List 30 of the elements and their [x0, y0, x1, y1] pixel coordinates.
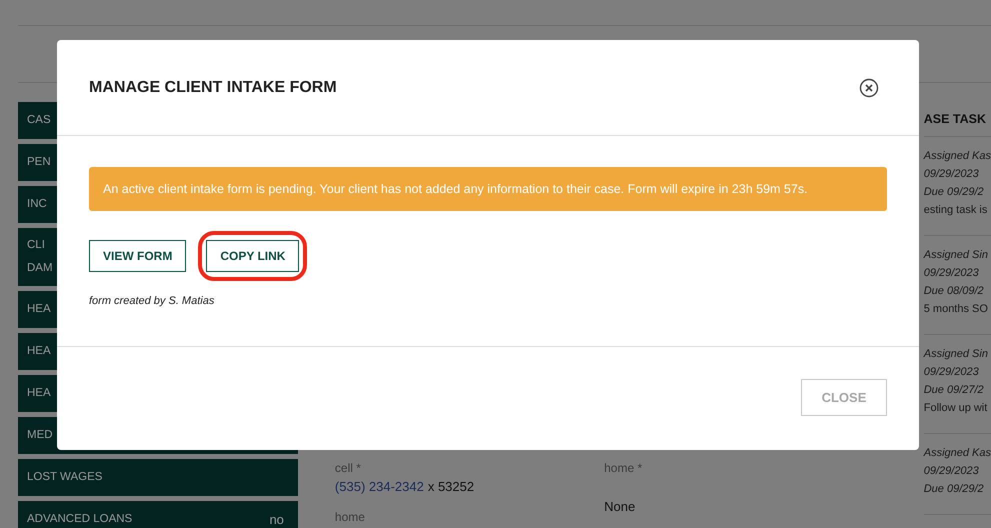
section-heading: ASE TASK — [924, 102, 991, 137]
task-assigned: Assigned Kas — [924, 149, 991, 164]
field-label: home — [334, 510, 366, 524]
task-date: 09/29/2023 — [924, 167, 980, 182]
task-due: Due 09/29/2 — [924, 482, 985, 497]
outline-button[interactable]: VIEW FORM — [89, 240, 186, 272]
task-date: 09/29/2023 — [924, 365, 980, 380]
phone-link[interactable]: (535) 234-2342 — [334, 479, 424, 494]
task-note: 5 months SO — [924, 302, 989, 317]
outline-button[interactable]: COPY LINK — [206, 240, 300, 272]
sidebar-item[interactable]: ADVANCED LOANS no — [18, 501, 298, 528]
task-note: Follow up wit — [924, 401, 988, 416]
field-value: None — [604, 499, 636, 514]
task-assigned: Assigned Sin — [924, 347, 989, 362]
sidebar-item[interactable]: LOST WAGES — [18, 459, 298, 496]
task-note: esting task is — [924, 203, 988, 218]
task-assigned: Assigned Kas — [924, 446, 991, 461]
alert-banner: An active client intake form is pending. Your client has not added any information to their case. Form will expire in 23h 59m 57s. — [89, 167, 887, 211]
field-label: home * — [604, 461, 642, 475]
phone-extension: x 53252 — [428, 479, 474, 494]
task-assigned: Assigned Sin — [924, 248, 989, 263]
caption-text: form created by S. Matias — [89, 295, 216, 307]
field-label: cell * — [334, 461, 362, 475]
task-date: 09/29/2023 — [924, 464, 980, 479]
close-icon[interactable] — [859, 78, 879, 98]
task-due: Due 08/09/2 — [924, 284, 985, 299]
modal-title: MANAGE CLIENT INTAKE FORM — [89, 78, 337, 96]
task-due: Due 09/27/2 — [924, 383, 985, 398]
task-date: 09/29/2023 — [924, 266, 980, 281]
task-due: Due 09/29/2 — [924, 185, 985, 200]
